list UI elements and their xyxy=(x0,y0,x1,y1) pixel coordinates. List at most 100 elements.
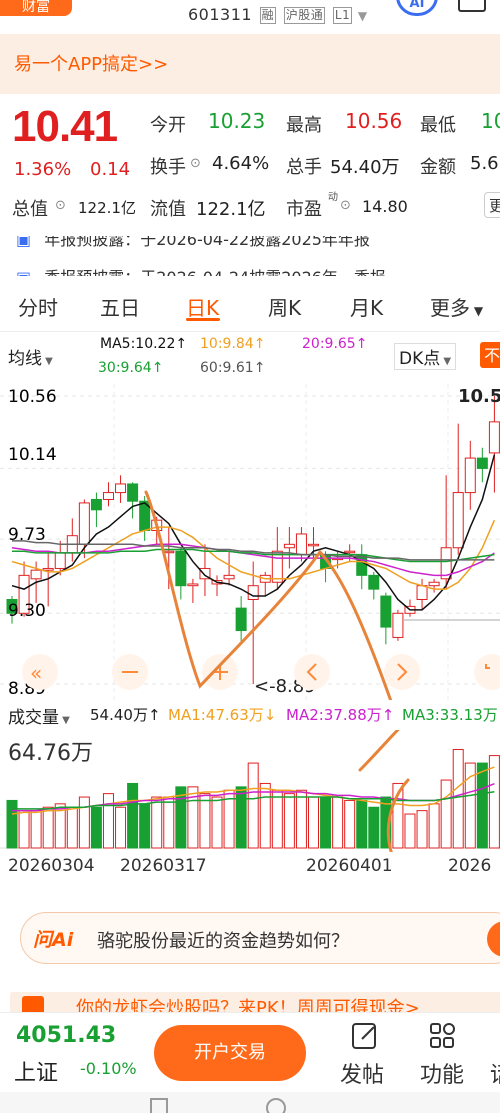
dk-point-button[interactable]: DK点 ▼ xyxy=(394,343,457,370)
volume-bar xyxy=(452,748,464,849)
pe-superscript: 动 xyxy=(328,192,338,203)
chevron-down-icon: ▼ xyxy=(440,356,452,367)
volume-bar xyxy=(440,779,452,849)
ai-assistant-button[interactable]: AI xyxy=(396,0,438,16)
vol-ma2-value: MA2:37.88万↑ xyxy=(286,706,395,724)
adjust-button[interactable]: 不 xyxy=(480,342,500,368)
top-bar: 财富 601311 融 沪股通 L1 ▼ AI xyxy=(0,0,500,34)
volume-bar xyxy=(271,789,283,849)
tab-more[interactable]: 更多 ▼ xyxy=(430,292,483,321)
candle-body xyxy=(295,533,307,556)
mktcap-label: 总值 xyxy=(12,199,48,220)
ma5-value: MA5:10.22↑ xyxy=(100,336,188,352)
volume-bar xyxy=(90,806,102,849)
more-fields-button[interactable]: 更 xyxy=(484,192,500,218)
tab-weekly-k[interactable]: 周K xyxy=(268,292,301,321)
volume-bar xyxy=(320,796,332,849)
volume-bar xyxy=(247,762,259,849)
function-grid-icon[interactable] xyxy=(428,1021,458,1051)
fullscreen-button[interactable] xyxy=(474,654,500,690)
ma10-value: 10:9.84↑ xyxy=(200,336,266,352)
chart-tabs: 分时 五日 日K 周K 月K 更多 ▼ xyxy=(0,282,500,332)
chevron-down-icon[interactable]: ▼ xyxy=(358,9,368,23)
brand-logo[interactable]: 财富 xyxy=(0,0,72,16)
notice-annual-report[interactable]: ▣ 年报预披露：于2026-04-22披露2025年年报 xyxy=(0,236,500,250)
candle-body xyxy=(235,607,247,632)
candle-body xyxy=(428,581,440,587)
indicator-selector[interactable]: 均线 ▼ xyxy=(8,344,53,369)
margin-tag: 融 xyxy=(259,7,277,24)
function-label[interactable]: 功能 xyxy=(420,1057,464,1089)
tab-daily-k[interactable]: 日K xyxy=(186,292,219,321)
volume-indicator-selector[interactable]: 成交量 ▼ xyxy=(8,703,70,728)
recent-apps-icon[interactable] xyxy=(150,1098,168,1113)
volume-bar xyxy=(356,799,368,849)
stock-code-header[interactable]: 601311 融 沪股通 L1 ▼ xyxy=(188,5,368,24)
double-left-icon[interactable]: « xyxy=(30,661,42,685)
post-label[interactable]: 发帖 xyxy=(340,1057,384,1089)
tab-monthly-k[interactable]: 月K xyxy=(350,292,383,321)
candle-body xyxy=(271,550,283,583)
axis-mid3-label: 9.30 xyxy=(8,601,46,621)
volume-bar xyxy=(42,806,54,849)
hand-drawn-annotation xyxy=(144,490,393,700)
candle-body xyxy=(127,483,139,502)
promo-banner[interactable]: 易一个APP搞定>> xyxy=(0,34,500,94)
index-value[interactable]: 4051.43 xyxy=(16,1023,116,1048)
candle-body xyxy=(42,567,54,571)
candle-body xyxy=(163,550,175,554)
amount-label: 金额 xyxy=(420,157,456,178)
candle-body xyxy=(30,569,42,580)
volume-value: 54.40万↑ xyxy=(90,706,161,724)
step-left-button[interactable] xyxy=(294,654,330,690)
candle-body xyxy=(380,595,392,628)
change-amount: 0.14 xyxy=(90,159,131,180)
open-account-trade-button[interactable]: 开户交易 xyxy=(154,1025,306,1081)
candle-body xyxy=(78,502,90,545)
candle-body xyxy=(476,457,488,469)
info-icon[interactable]: ⊙ xyxy=(55,198,66,213)
home-icon[interactable] xyxy=(266,1098,286,1113)
turnover-value: 4.64% xyxy=(212,153,270,174)
volume-bar xyxy=(416,810,428,849)
volume-bar xyxy=(199,793,211,849)
step-right-button[interactable] xyxy=(384,654,420,690)
volume-bar xyxy=(151,796,163,849)
candle-body xyxy=(102,492,114,500)
kline-chart[interactable]: 10.56 10.14 9.73 9.30 8.89 10.5 <-8.89 « xyxy=(0,384,500,700)
index-name[interactable]: 上证 xyxy=(14,1055,58,1087)
kline-candles xyxy=(6,396,500,684)
volume-bar xyxy=(139,803,151,849)
more-nav-label[interactable]: 话 xyxy=(490,1057,500,1089)
info-icon[interactable]: ⊙ xyxy=(190,156,201,171)
volume-axis-top: 64.76万 xyxy=(8,741,93,766)
high-label: 最高 xyxy=(286,115,322,136)
ma30-value: 30:9.64↑ xyxy=(98,360,164,376)
current-price: 10.41 xyxy=(12,102,118,151)
candle-body xyxy=(90,498,102,511)
dk-label: DK点 xyxy=(399,349,441,369)
system-nav-bar xyxy=(0,1092,500,1113)
volume-bar xyxy=(259,782,271,849)
post-edit-icon[interactable] xyxy=(350,1021,380,1051)
volume-bar xyxy=(368,806,380,849)
volume-label: 总手 xyxy=(286,157,322,178)
candle-body xyxy=(115,483,127,494)
volume-bar xyxy=(30,810,42,849)
volume-chart[interactable]: 64.76万 xyxy=(0,730,500,852)
candle-body xyxy=(247,585,259,600)
volume-bar xyxy=(488,755,500,849)
candle-body xyxy=(464,457,476,494)
volume-legend: 成交量 ▼ 54.40万↑ MA1:47.63万↓ MA2:37.88万↑ MA… xyxy=(0,700,500,728)
tab-five-day[interactable]: 五日 xyxy=(100,292,140,321)
info-icon[interactable]: ⊙ xyxy=(340,198,351,213)
volume-bar xyxy=(332,796,344,849)
send-arrow-icon[interactable] xyxy=(487,921,500,957)
open-value: 10.23 xyxy=(208,109,266,133)
menu-icon[interactable] xyxy=(458,0,486,12)
tab-intraday[interactable]: 分时 xyxy=(18,292,58,321)
ask-ai-box[interactable]: 问Ai 骆驼股份最近的资金趋势如何？ xyxy=(20,912,500,964)
candle-body xyxy=(175,550,187,587)
candle-body xyxy=(308,543,319,547)
axis-mid2-label: 9.73 xyxy=(8,525,46,545)
